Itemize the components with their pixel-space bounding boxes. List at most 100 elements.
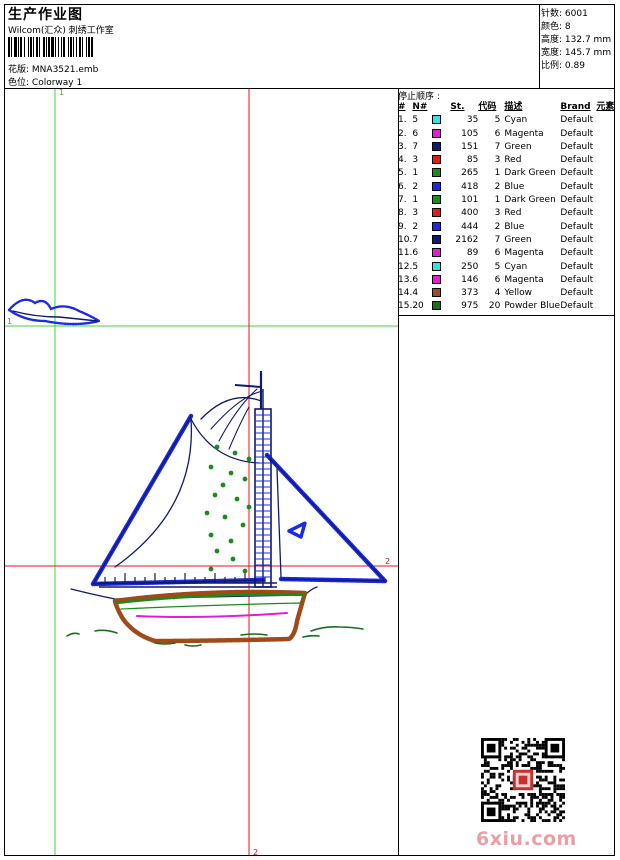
spec-stitches: 针数: 6001 [541,6,588,19]
row-needle: 4 [412,288,419,299]
row-needle: 2 [412,181,419,192]
guide-label-h1: 1 [7,317,12,326]
color-swatch [432,301,442,311]
row-stitches: 373 [461,288,479,299]
row-swatch [432,114,450,127]
table-row: 14. 4 373 4 Yellow Default [398,287,618,300]
guide-label-v2: 2 [253,848,258,855]
row-needle: 20 [412,301,424,312]
row-index: 14. [398,288,413,299]
row-description: Magenta [504,274,544,285]
row-code: 6 [494,128,501,139]
row-index: 11. [398,248,413,259]
table-row: 9. 2 444 2 Blue Default [398,221,618,234]
row-element [596,181,618,194]
row-swatch [432,261,450,274]
table-row: 3. 7 151 7 Green Default [398,141,618,154]
row-swatch [432,141,450,154]
design-canvas: 1 1 2 2 [5,89,398,855]
row-index: 5. [398,168,407,179]
color-swatch [432,155,442,165]
row-swatch [432,234,450,247]
row-description: Red [504,208,522,219]
row-brand: Default [560,128,594,139]
row-element [596,274,618,287]
color-swatch [432,168,442,178]
row-swatch [432,207,450,220]
row-brand: Default [560,195,594,206]
row-description: Magenta [504,248,544,259]
row-brand: Default [560,274,594,285]
water-strokes [66,626,364,647]
row-swatch [432,181,450,194]
row-element [596,234,618,247]
spec-value: 6001 [564,9,588,19]
spec-label: 颜色: [541,22,563,32]
row-description: Blue [504,181,525,192]
row-needle: 6 [412,274,419,285]
row-swatch [432,167,450,180]
color-swatch [432,261,442,271]
col-needle: N# [412,102,428,112]
col-brand: Brand [560,102,591,112]
cloud-stitch [7,298,103,326]
row-stitches: 146 [461,274,479,285]
color-swatch [432,195,442,205]
stop-sequence-table: # N# St. 代码 描述 Brand 元素 1. 5 35 5 Cyan Defaul… [398,101,618,314]
table-row: 4. 3 85 3 Red Default [398,154,618,167]
row-brand: Default [560,168,594,179]
guide-label-h2: 2 [385,557,390,566]
design-value: MNA3521.emb [31,65,99,75]
color-swatch [432,208,442,218]
row-needle: 1 [412,168,419,179]
row-element [596,221,618,234]
table-row: 13. 6 146 6 Magenta Default [398,274,618,287]
row-element [596,154,618,167]
row-brand: Default [560,301,594,312]
col-swatch [432,101,450,114]
row-code: 3 [494,208,501,219]
row-element [596,194,618,207]
row-description: Magenta [504,128,544,139]
mast [234,371,272,588]
row-stitches: 85 [466,155,479,166]
row-code: 6 [494,274,501,285]
row-element [596,261,618,274]
row-brand: Default [560,155,594,166]
table-row: 1. 5 35 5 Cyan Default [398,114,618,127]
row-description: Dark Green [504,195,556,206]
color-swatch [432,274,442,284]
row-code: 2 [494,181,501,192]
table-row: 10. 7 2162 7 Green Default [398,234,618,247]
sheet-title: 生产作业图 [8,7,83,23]
row-stitches: 400 [461,208,479,219]
row-swatch [432,247,450,260]
row-description: Blue [504,221,525,232]
row-description: Cyan [504,261,528,272]
color-swatch [432,115,442,125]
row-index: 2. [398,128,407,139]
row-needle: 6 [412,128,419,139]
row-needle: 3 [412,155,419,166]
row-index: 4. [398,155,407,166]
row-needle: 1 [412,195,419,206]
row-description: Dark Green [504,168,556,179]
row-description: Cyan [504,115,528,126]
colorway-line: 色位: Colorway 1 [8,75,82,88]
spec-label: 比例: [541,61,563,71]
row-brand: Default [560,208,594,219]
row-swatch [432,300,450,313]
row-element [596,247,618,260]
row-index: 8. [398,208,407,219]
row-brand: Default [560,141,594,152]
row-stitches: 2162 [455,234,479,245]
row-swatch [432,287,450,300]
row-description: Green [504,141,532,152]
row-description: Green [504,234,532,245]
row-code: 6 [494,248,501,259]
sheet-subtitle: Wilcom(汇众) 刺绣工作室 [8,26,114,36]
barcode [8,37,140,57]
spec-label: 针数: [541,9,563,19]
row-code: 1 [494,195,501,206]
row-index: 6. [398,181,407,192]
